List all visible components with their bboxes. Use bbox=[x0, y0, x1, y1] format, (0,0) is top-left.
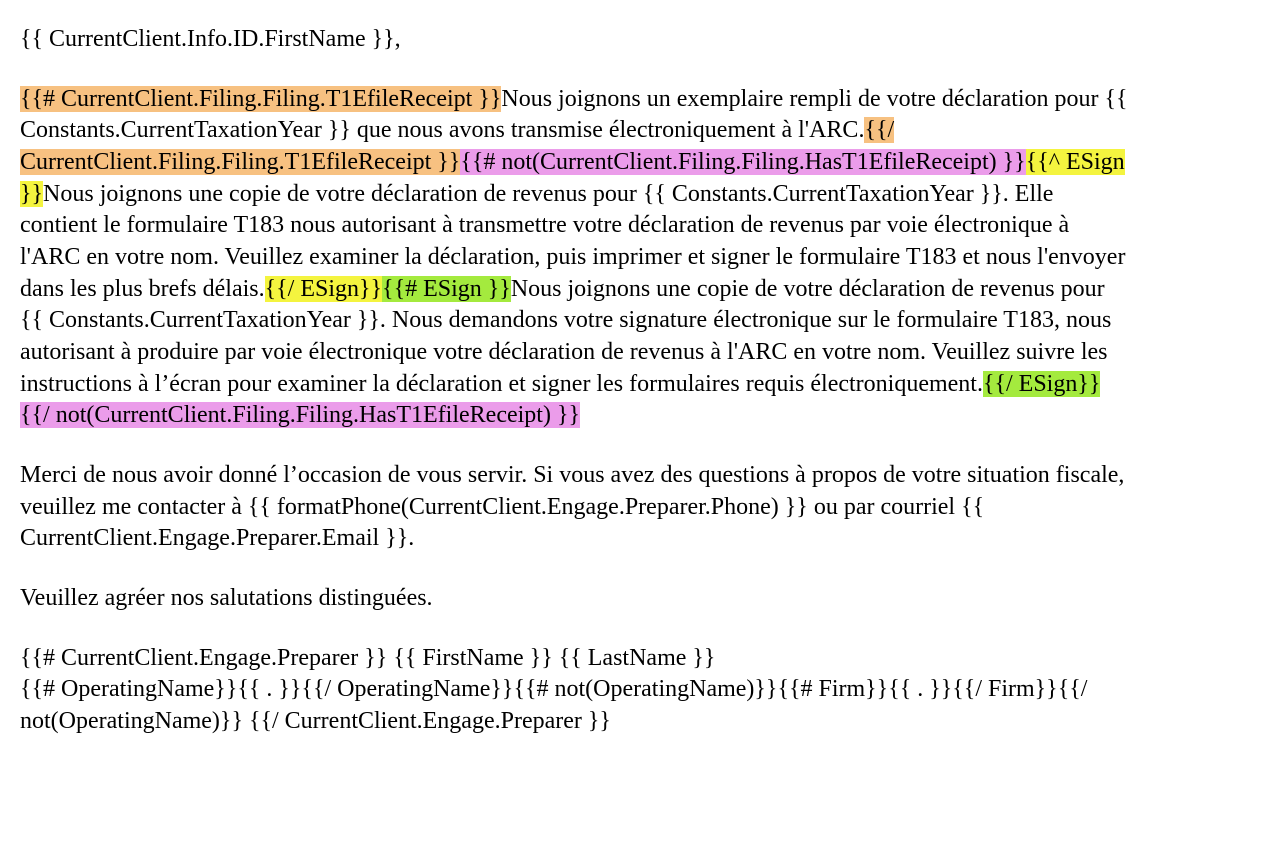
tag-open-preparer: {{# CurrentClient.Engage.Preparer }} bbox=[20, 645, 387, 671]
signoff-text: Veuillez agréer nos salutations distingu… bbox=[20, 585, 433, 611]
main-paragraph: {{# CurrentClient.Filing.Filing.T1EfileR… bbox=[20, 84, 1130, 432]
tax-year-placeholder: {{ Constants.CurrentTaxationYear }} bbox=[643, 181, 1003, 207]
greeting-text: {{ CurrentClient.Info.ID.FirstName }}, bbox=[20, 26, 401, 52]
tag-esign-open: {{# ESign }} bbox=[382, 276, 511, 302]
body-text: que nous avons transmise électroniquemen… bbox=[351, 117, 865, 143]
body-text: ou par courriel bbox=[808, 494, 961, 520]
tag-esign-inverted-close: {{/ ESign}} bbox=[265, 276, 382, 302]
tag-esign-close: {{/ ESign}} bbox=[983, 371, 1100, 397]
document-body: {{ CurrentClient.Info.ID.FirstName }}, {… bbox=[0, 0, 1266, 778]
tag-open-receipt: {{# CurrentClient.Filing.Filing.T1EfileR… bbox=[20, 86, 501, 112]
body-text: Nous joignons un exemplaire rempli de vo… bbox=[501, 86, 1104, 112]
firm-line: {{# OperatingName}}{{ . }}{{/ OperatingN… bbox=[20, 676, 1087, 734]
signoff-line: Veuillez agréer nos salutations distingu… bbox=[20, 583, 1130, 615]
body-text: Nous joignons une copie de votre déclara… bbox=[511, 276, 1105, 302]
signature-line-1: {{# CurrentClient.Engage.Preparer }} {{ … bbox=[20, 643, 1130, 675]
tag-close-not-receipt: {{/ not(CurrentClient.Filing.Filing.HasT… bbox=[20, 402, 580, 428]
tax-year-placeholder: {{ Constants.CurrentTaxationYear }} bbox=[20, 307, 380, 333]
preparer-firstname: {{ FirstName }} bbox=[387, 645, 558, 671]
signature-line-2: {{# OperatingName}}{{ . }}{{/ OperatingN… bbox=[20, 674, 1130, 737]
tag-open-not-receipt: not(CurrentClient.Filing.Filing.HasT1Efi… bbox=[501, 149, 1025, 175]
body-text: . bbox=[408, 525, 414, 551]
tag-open-not-receipt: {{# bbox=[460, 149, 501, 175]
greeting-line: {{ CurrentClient.Info.ID.FirstName }}, bbox=[20, 24, 1130, 56]
body-text: Nous joignons une copie de votre déclara… bbox=[43, 181, 643, 207]
preparer-phone-placeholder: {{ formatPhone(CurrentClient.Engage.Prep… bbox=[248, 494, 808, 520]
preparer-lastname: {{ LastName }} bbox=[559, 645, 716, 671]
contact-paragraph: Merci de nous avoir donné l’occasion de … bbox=[20, 460, 1130, 555]
